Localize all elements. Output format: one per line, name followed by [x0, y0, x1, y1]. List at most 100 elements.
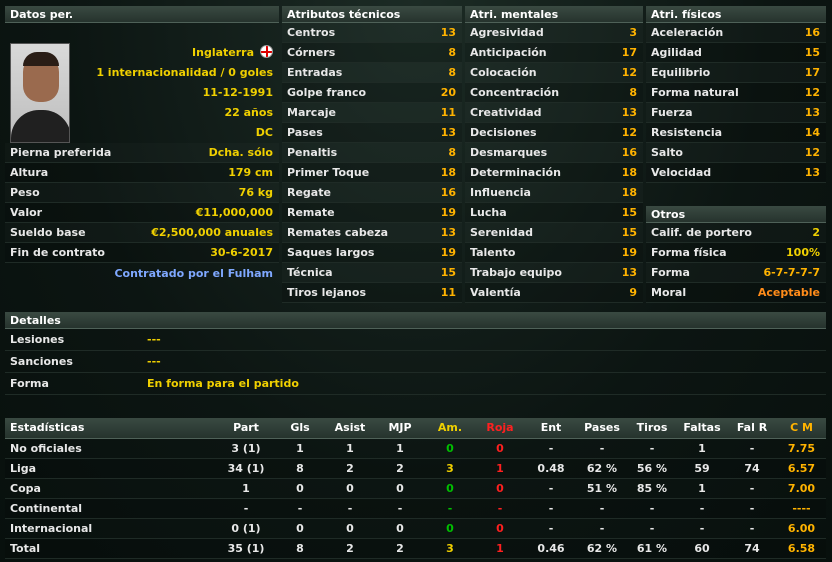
personal-label: Sueldo base [10, 226, 86, 239]
england-flag-icon [260, 45, 273, 58]
stats-col-ent[interactable]: Ent [525, 418, 577, 439]
stats-col-mjp[interactable]: MJP [375, 418, 425, 439]
stats-cell: 1 [475, 538, 525, 559]
personal-label: Valor [10, 206, 43, 219]
technical-value: 8 [448, 46, 456, 59]
stats-col-estadisticas[interactable]: Estadísticas [5, 418, 217, 439]
stats-cell: 74 [727, 458, 777, 479]
stats-cell: - [475, 498, 525, 519]
stats-col-fal-r[interactable]: Fal R [727, 418, 777, 439]
technical-label: Centros [287, 26, 336, 39]
stats-row-copa: Copa 1 0 0 0 0 0-51 % 85 % 1-7.00 [5, 478, 826, 499]
mental-label: Influencia [470, 186, 531, 199]
player-photo [10, 43, 70, 143]
stats-col-gls[interactable]: Gls [275, 418, 325, 439]
others-value: 6-7-7-7-7 [763, 266, 820, 279]
mental-label: Anticipación [470, 46, 547, 59]
position: DC [255, 126, 273, 139]
stats-cell: 1 [475, 458, 525, 479]
stats-col-roja[interactable]: Roja [475, 418, 525, 439]
others-value: Aceptable [757, 286, 820, 299]
mental-value: 15 [621, 226, 637, 239]
caps: 1 internacionalidad / 0 goles [96, 66, 273, 79]
nationality-link[interactable]: Inglaterra [192, 46, 254, 59]
physical-row-salto: Salto 12 [646, 143, 826, 163]
contracted-by-link[interactable]: Contratado por el Fulham [114, 267, 273, 280]
stats-cell: 56 % [627, 458, 677, 479]
stats-cell: - [727, 478, 777, 499]
stats-cell: 0 [475, 438, 525, 459]
mental-label: Creatividad [470, 106, 542, 119]
stats-cell: 3 [425, 458, 475, 479]
technical-row-corners: Córners 8 [282, 43, 462, 63]
stats-cell: 1 [375, 438, 425, 459]
stats-row-no-oficiales: No oficiales 3 (1) 1 1 1 0 0- - -1-7.75 [5, 438, 826, 459]
others-row-forma-fisica: Forma física 100% [646, 243, 826, 263]
technical-value: 19 [440, 246, 456, 259]
stats-col-c-m[interactable]: C M [777, 418, 826, 439]
stats-cell: 0 [475, 518, 525, 539]
mental-row-desmarques: Desmarques 16 [465, 143, 643, 163]
mental-value: 9 [629, 286, 637, 299]
stats-cell: 8 [275, 538, 325, 559]
stats-cell: 51 % [577, 478, 627, 499]
technical-value: 13 [440, 126, 456, 139]
personal-value: 30-6-2017 [210, 246, 273, 259]
stats-col-am[interactable]: Am. [425, 418, 475, 439]
stats-cell: 62 % [577, 458, 627, 479]
mental-value: 13 [621, 266, 637, 279]
stats-col-pases[interactable]: Pases [577, 418, 627, 439]
mental-row-decisiones: Decisiones 12 [465, 123, 643, 143]
technical-value: 15 [440, 266, 456, 279]
others-row-calif-de-portero: Calif. de portero 2 [646, 223, 826, 243]
technical-row-primer-toque: Primer Toque 18 [282, 163, 462, 183]
mental-value: 18 [621, 166, 637, 179]
mental-row-influencia: Influencia 18 [465, 183, 643, 203]
personal-row-fin-de-contrato: Fin de contrato 30-6-2017 [5, 243, 279, 263]
mental-value: 18 [621, 186, 637, 199]
details-label: Sanciones [10, 355, 73, 368]
personal-value: €11,000,000 [195, 206, 273, 219]
personal-row-altura: Altura 179 cm [5, 163, 279, 183]
mental-label: Determinación [470, 166, 561, 179]
physical-row-resistencia: Resistencia 14 [646, 123, 826, 143]
technical-row-marcaje: Marcaje 11 [282, 103, 462, 123]
technical-label: Tiros lejanos [287, 286, 366, 299]
personal-label: Pierna preferida [10, 146, 112, 159]
others-label: Forma [651, 266, 690, 279]
stats-cell: 62 % [577, 538, 627, 559]
stats-cell: 0 [325, 478, 375, 499]
others-label: Moral [651, 286, 687, 299]
stats-cell: 0 [275, 518, 325, 539]
technical-value: 20 [440, 86, 456, 99]
personal-value: 76 kg [238, 186, 273, 199]
stats-cell: 0 [475, 478, 525, 499]
technical-label: Entradas [287, 66, 343, 79]
mental-row-lucha: Lucha 15 [465, 203, 643, 223]
stats-cell: 2 [375, 458, 425, 479]
others-value: 2 [812, 226, 820, 239]
stats-col-asist[interactable]: Asist [325, 418, 375, 439]
technical-label: Saques largos [287, 246, 375, 259]
stats-cell: - [525, 438, 577, 459]
mental-header: Atri. mentales [465, 6, 643, 23]
personal-label: Altura [10, 166, 49, 179]
mental-value: 15 [621, 206, 637, 219]
stats-cell: - [627, 438, 677, 459]
physical-row-aceleracion: Aceleración 16 [646, 23, 826, 43]
technical-value: 18 [440, 166, 456, 179]
stats-cell: 2 [325, 538, 375, 559]
personal-value: Dcha. sólo [208, 146, 273, 159]
stats-col-part[interactable]: Part [217, 418, 275, 439]
stats-cell: - [375, 498, 425, 519]
stats-row-internacional: Internacional 0 (1) 0 0 0 0 0- - - - -6.00 [5, 518, 826, 539]
physical-header: Atri. físicos [646, 6, 826, 23]
stats-cell: 2 [325, 458, 375, 479]
stats-col-tiros[interactable]: Tiros [627, 418, 677, 439]
technical-label: Remates cabeza [287, 226, 389, 239]
stats-cell: 7.75 [777, 438, 826, 459]
stats-cell: - [275, 498, 325, 519]
stats-col-faltas[interactable]: Faltas [677, 418, 727, 439]
stats-cell: 1 [677, 478, 727, 499]
physical-value: 13 [804, 106, 820, 119]
